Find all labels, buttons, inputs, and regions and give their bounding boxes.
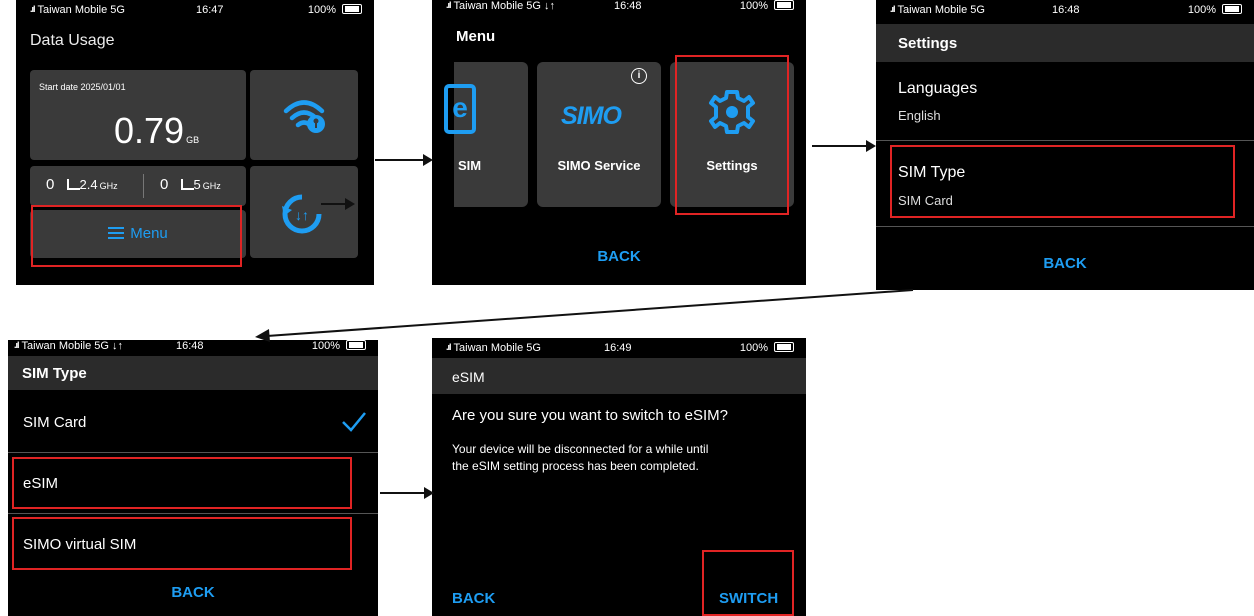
start-date-label: Start date 2025/01/01 bbox=[39, 82, 126, 92]
flow-arrow bbox=[321, 198, 355, 210]
battery-icon bbox=[774, 0, 794, 10]
usage-unit: GB bbox=[186, 135, 200, 145]
menu-button[interactable]: Menu bbox=[30, 210, 246, 258]
status-bar: .ıl Taiwan Mobile 5G ↓↑ 16:48 100% bbox=[432, 0, 806, 18]
sim-type-label: SIM Type bbox=[898, 164, 966, 181]
signal-icon: .ıl bbox=[14, 340, 19, 350]
page-title: Data Usage bbox=[30, 32, 115, 49]
sim-option-label: eSIM bbox=[23, 475, 59, 492]
battery-icon bbox=[342, 4, 362, 14]
band-5-label: 5 bbox=[193, 177, 201, 192]
svg-text:↓↑: ↓↑ bbox=[295, 207, 309, 223]
band-5-unit: GHz bbox=[202, 181, 221, 191]
languages-label: Languages bbox=[898, 80, 978, 97]
dialog-message-line2: the eSIM setting process has been comple… bbox=[452, 459, 699, 473]
page-title: Settings bbox=[876, 24, 1254, 62]
carrier-label: Taiwan Mobile 5G bbox=[37, 4, 125, 16]
signal-icon: .ıl bbox=[446, 0, 451, 10]
sim-option-simo[interactable]: SIMO virtual SIM bbox=[8, 514, 378, 574]
back-button[interactable]: BACK bbox=[452, 590, 495, 607]
page-title: Menu bbox=[456, 28, 496, 45]
band-5-count: 0 bbox=[160, 176, 169, 193]
usage-value: 0.79 bbox=[114, 110, 185, 151]
signal-icon: .ıl bbox=[30, 4, 35, 14]
sim-option-esim[interactable]: eSIM bbox=[8, 453, 378, 513]
battery-level: 100% bbox=[307, 4, 336, 16]
band-24-label: 2.4 bbox=[79, 177, 98, 192]
languages-value: English bbox=[898, 108, 941, 123]
menu-item-esim[interactable]: e SIM bbox=[444, 62, 528, 207]
back-button[interactable]: BACK bbox=[432, 248, 806, 265]
clock: 16:48 bbox=[1052, 4, 1080, 16]
clock: 16:48 bbox=[176, 340, 204, 352]
flow-arrow bbox=[380, 487, 434, 499]
screen-data-usage: .ıl Taiwan Mobile 5G 16:47 100% Data Usag… bbox=[16, 0, 374, 285]
dialog-message-line1: Your device will be disconnected for a w… bbox=[452, 442, 709, 456]
settings-item-languages[interactable]: Languages English bbox=[876, 62, 1254, 140]
wifi-key-icon bbox=[283, 100, 325, 133]
clock: 16:47 bbox=[196, 4, 224, 16]
data-arrows-icon: ↓↑ bbox=[112, 340, 124, 352]
divider bbox=[876, 226, 1254, 227]
info-icon[interactable]: i bbox=[631, 68, 647, 84]
menu-item-simo-label: SIMO Service bbox=[557, 158, 641, 173]
menu-item-settings[interactable]: Settings bbox=[670, 62, 794, 207]
sim-option-sim-card[interactable]: SIM Card bbox=[8, 390, 378, 452]
status-bar: .ıl Taiwan Mobile 5G 16:47 100% bbox=[16, 0, 374, 22]
hamburger-icon bbox=[108, 227, 125, 239]
menu-item-settings-label: Settings bbox=[706, 158, 758, 173]
menu-item-simo-service[interactable]: i SIMO SIMO Service bbox=[537, 62, 661, 207]
signal-icon: .ıl bbox=[890, 4, 895, 14]
carrier-label: Taiwan Mobile 5G bbox=[453, 0, 541, 12]
simo-logo-icon: SIMO bbox=[561, 102, 622, 130]
dialog-question: Are you sure you want to switch to eSIM? bbox=[452, 407, 728, 424]
back-button[interactable]: BACK bbox=[8, 584, 378, 601]
switch-button[interactable]: SWITCH bbox=[719, 590, 778, 607]
menu-label: Menu bbox=[130, 225, 168, 242]
sim-option-label: SIM Card bbox=[23, 414, 87, 431]
battery-level: 100% bbox=[739, 0, 768, 12]
screen-esim-confirm: .ıl Taiwan Mobile 5G 16:49 100% eSIM Are … bbox=[432, 338, 806, 616]
page-title: SIM Type bbox=[8, 356, 378, 390]
flow-arrow bbox=[255, 289, 914, 342]
screen-sim-type: .ıl Taiwan Mobile 5G ↓↑ 16:48 100% SIM Ty… bbox=[8, 340, 378, 616]
screen-menu: .ıl Taiwan Mobile 5G ↓↑ 16:48 100% Menu e… bbox=[432, 0, 806, 285]
band-24-count: 0 bbox=[46, 176, 55, 193]
carrier-label: Taiwan Mobile 5G bbox=[897, 4, 985, 16]
battery-icon bbox=[1222, 4, 1242, 14]
sim-type-value: SIM Card bbox=[898, 193, 953, 208]
back-button[interactable]: BACK bbox=[876, 255, 1254, 272]
usage-card: Start date 2025/01/01 0.79 GB bbox=[30, 70, 246, 160]
settings-item-sim-type[interactable]: SIM Type SIM Card bbox=[876, 141, 1254, 225]
wifi-key-button[interactable] bbox=[250, 70, 358, 160]
checkmark-icon bbox=[342, 412, 366, 432]
sync-icon: ↓↑ bbox=[282, 194, 322, 234]
clock: 16:48 bbox=[614, 0, 642, 12]
gear-icon bbox=[709, 90, 755, 134]
carrier-label: Taiwan Mobile 5G bbox=[21, 340, 109, 352]
menu-item-esim-label: SIM bbox=[458, 158, 482, 173]
status-bar: .ıl Taiwan Mobile 5G 16:48 100% bbox=[876, 0, 1254, 22]
band-divider bbox=[143, 174, 144, 198]
monitor-icon bbox=[66, 179, 80, 190]
page-title: eSIM bbox=[432, 358, 806, 394]
data-arrows-icon: ↓↑ bbox=[544, 0, 556, 12]
sim-option-label: SIMO virtual SIM bbox=[23, 536, 137, 553]
band-card: 0 2.4 GHz 0 5 GHz bbox=[30, 166, 246, 206]
flow-arrow bbox=[812, 140, 876, 152]
esim-icon: e bbox=[444, 84, 476, 134]
sync-button[interactable]: ↓↑ bbox=[250, 166, 358, 258]
monitor-icon bbox=[180, 179, 194, 190]
band-24-unit: GHz bbox=[99, 181, 118, 191]
flow-arrow bbox=[375, 154, 433, 166]
screen-settings: .ıl Taiwan Mobile 5G 16:48 100% Settings … bbox=[876, 0, 1254, 290]
battery-level: 100% bbox=[1187, 4, 1216, 16]
